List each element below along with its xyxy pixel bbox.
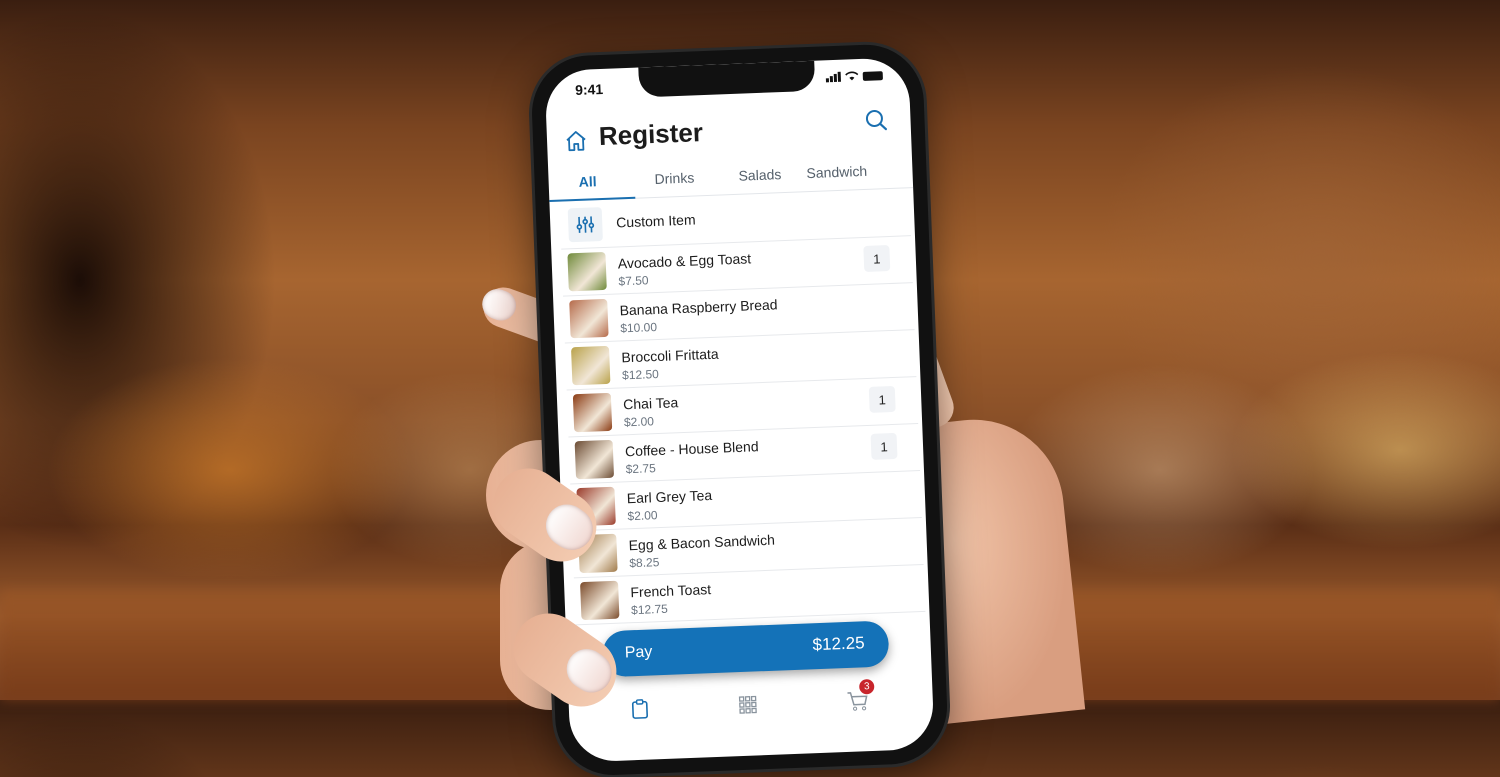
header: Register xyxy=(546,105,911,159)
tab-sandwich[interactable]: Sandwich xyxy=(806,163,867,181)
pay-label: Pay xyxy=(624,643,653,662)
item-price: $10.00 xyxy=(620,320,658,336)
cart-count-badge: 3 xyxy=(858,678,875,695)
pay-button[interactable]: Pay $12.25 xyxy=(601,620,890,678)
notch xyxy=(638,60,816,98)
item-name: Egg & Bacon Sandwich xyxy=(628,531,776,554)
pay-amount: $12.25 xyxy=(812,633,865,655)
tab-salads[interactable]: Salads xyxy=(738,166,781,184)
item-price: $2.00 xyxy=(627,508,658,524)
item-name: French Toast xyxy=(630,581,712,601)
item-thumbnail xyxy=(569,298,609,339)
nail xyxy=(478,284,521,325)
item-name: Coffee - House Blend xyxy=(624,438,759,460)
page-title: Register xyxy=(598,117,704,152)
item-price: $2.00 xyxy=(623,414,655,430)
status-icons xyxy=(825,70,883,83)
grid-icon[interactable] xyxy=(736,693,759,716)
item-quantity-badge[interactable]: 1 xyxy=(868,385,896,413)
item-price: $2.75 xyxy=(625,461,657,477)
item-thumbnail xyxy=(580,580,620,621)
item-quantity-badge[interactable]: 1 xyxy=(870,432,898,460)
wifi-icon xyxy=(845,71,859,81)
item-price: $12.50 xyxy=(621,366,660,383)
tab-all[interactable]: All xyxy=(578,173,596,190)
item-name: Avocado & Egg Toast xyxy=(617,250,752,272)
cart-button[interactable]: 3 xyxy=(846,678,875,712)
item-quantity-badge[interactable]: 1 xyxy=(863,245,891,273)
item-name: Chai Tea xyxy=(622,394,679,413)
item-thumbnail xyxy=(572,392,613,433)
sliders-icon xyxy=(576,216,595,233)
status-time: 9:41 xyxy=(574,80,604,98)
bottom-nav: 3 xyxy=(568,677,933,731)
item-list: Custom Item Avocado & Egg Toast $7.50 1 Ban… xyxy=(559,189,926,626)
item-name: Broccoli Frittata xyxy=(621,345,719,366)
battery-icon xyxy=(862,70,883,81)
search-icon[interactable] xyxy=(864,108,889,133)
custom-item-label: Custom Item xyxy=(615,211,696,231)
item-thumbnail xyxy=(567,251,607,292)
item-name: Earl Grey Tea xyxy=(626,487,713,507)
item-name: Banana Raspberry Bread xyxy=(619,296,778,319)
item-price: $12.75 xyxy=(630,601,669,618)
custom-item-icon-box xyxy=(567,207,603,243)
item-thumbnail xyxy=(571,345,611,386)
clipboard-icon[interactable] xyxy=(629,698,652,721)
item-thumbnail xyxy=(574,439,615,480)
tab-drinks[interactable]: Drinks xyxy=(654,169,694,187)
item-price: $8.25 xyxy=(629,555,660,571)
home-icon[interactable] xyxy=(565,130,588,153)
signal-icon xyxy=(825,71,842,83)
item-price: $7.50 xyxy=(618,273,649,289)
